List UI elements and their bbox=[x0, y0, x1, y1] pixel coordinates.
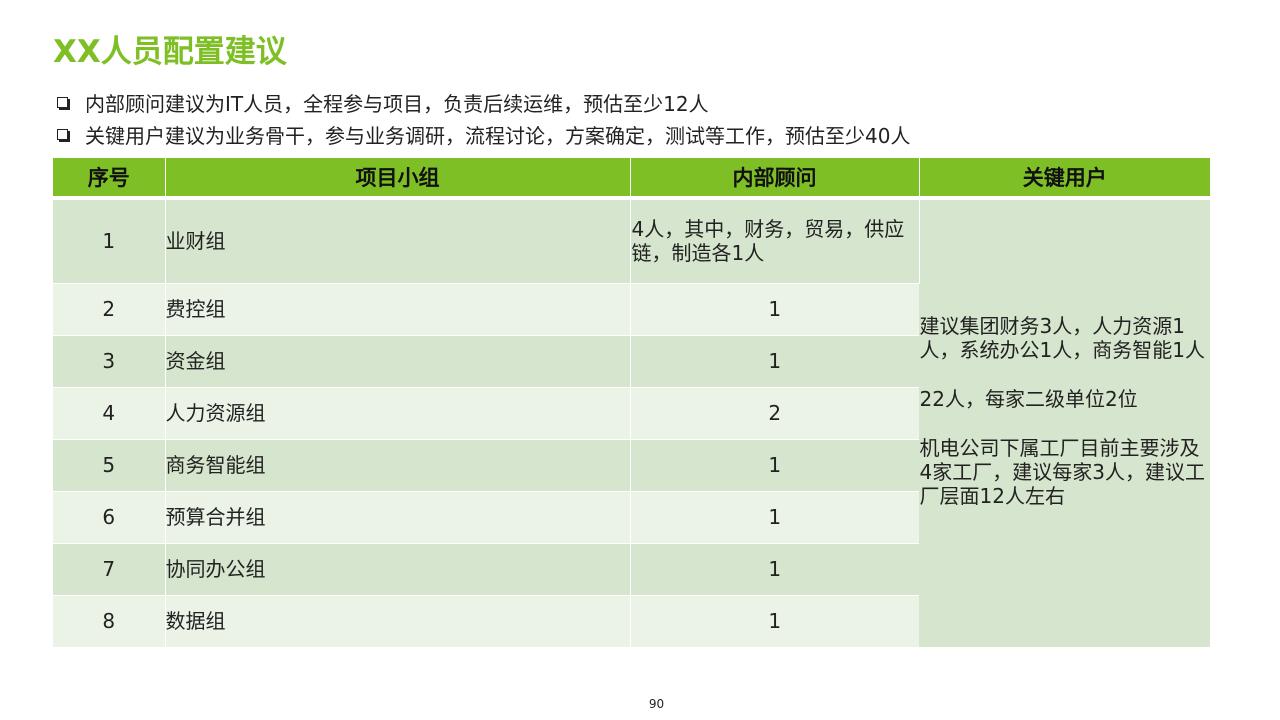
row-no: 8 bbox=[53, 595, 166, 648]
header-group: 项目小组 bbox=[165, 158, 631, 200]
row-no: 5 bbox=[53, 439, 166, 492]
row-advisor: 1 bbox=[630, 335, 919, 388]
row-advisor: 1 bbox=[630, 283, 919, 336]
row-advisor: 1 bbox=[630, 595, 919, 648]
table-header-row: 序号 项目小组 内部顾问 关键用户 bbox=[53, 158, 1210, 200]
table-row: 1 业财组 4人，其中，财务，贸易，供应链，制造各1人 建议集团财务3人，人力资… bbox=[53, 198, 1210, 648]
row-advisor: 1 bbox=[630, 439, 919, 492]
checkbox-bullet-icon bbox=[57, 128, 68, 140]
row-advisor: 4人，其中，财务，贸易，供应链，制造各1人 bbox=[630, 198, 920, 284]
row-advisor: 1 bbox=[630, 491, 919, 544]
row-advisor: 2 bbox=[630, 387, 919, 440]
page-title: XX人员配置建议 bbox=[53, 34, 287, 70]
row-no: 3 bbox=[53, 335, 166, 388]
row-no: 7 bbox=[53, 543, 166, 596]
bullet-list: 内部顾问建议为IT人员，全程参与项目，负责后续运维，预估至少12人 关键用户建议… bbox=[55, 86, 910, 150]
row-no: 1 bbox=[53, 198, 166, 284]
key-user-cell: 建议集团财务3人，人力资源1人，系统办公1人，商务智能1人 22人，每家二级单位… bbox=[919, 198, 1210, 648]
bullet-text: 内部顾问建议为IT人员，全程参与项目，负责后续运维，预估至少12人 bbox=[85, 91, 709, 116]
checkbox-bullet-icon bbox=[57, 96, 68, 108]
row-group: 数据组 bbox=[165, 595, 631, 648]
bullet-text: 关键用户建议为业务骨干，参与业务调研，流程讨论，方案确定，测试等工作，预估至少4… bbox=[85, 123, 911, 148]
key-user-note: 22人，每家二级单位2位 bbox=[919, 386, 1138, 411]
row-advisor: 1 bbox=[630, 543, 919, 596]
key-user-note: 建议集团财务3人，人力资源1人，系统办公1人，商务智能1人 bbox=[919, 313, 1205, 362]
row-group: 协同办公组 bbox=[165, 543, 631, 596]
bullet-item: 关键用户建议为业务骨干，参与业务调研，流程讨论，方案确定，测试等工作，预估至少4… bbox=[55, 118, 910, 150]
row-group: 资金组 bbox=[165, 335, 631, 388]
row-no: 4 bbox=[53, 387, 166, 440]
header-no: 序号 bbox=[53, 158, 166, 200]
bullet-item: 内部顾问建议为IT人员，全程参与项目，负责后续运维，预估至少12人 bbox=[55, 86, 910, 118]
row-no: 2 bbox=[53, 283, 166, 336]
header-advisor: 内部顾问 bbox=[630, 158, 920, 200]
row-group: 人力资源组 bbox=[165, 387, 631, 440]
row-group: 费控组 bbox=[165, 283, 631, 336]
row-group: 预算合并组 bbox=[165, 491, 631, 544]
header-key-user: 关键用户 bbox=[919, 158, 1210, 200]
slide: XX人员配置建议 内部顾问建议为IT人员，全程参与项目，负责后续运维，预估至少1… bbox=[0, 0, 1280, 720]
row-group: 业财组 bbox=[165, 198, 631, 284]
page-number: 90 bbox=[648, 697, 665, 711]
row-no: 6 bbox=[53, 491, 166, 544]
row-group: 商务智能组 bbox=[165, 439, 631, 492]
staffing-table: 序号 项目小组 内部顾问 关键用户 1 业财组 4人，其中，财务，贸易，供应链，… bbox=[53, 158, 1210, 648]
key-user-note: 机电公司下属工厂目前主要涉及4家工厂，建议每家3人，建议工厂层面12人左右 bbox=[919, 435, 1205, 508]
